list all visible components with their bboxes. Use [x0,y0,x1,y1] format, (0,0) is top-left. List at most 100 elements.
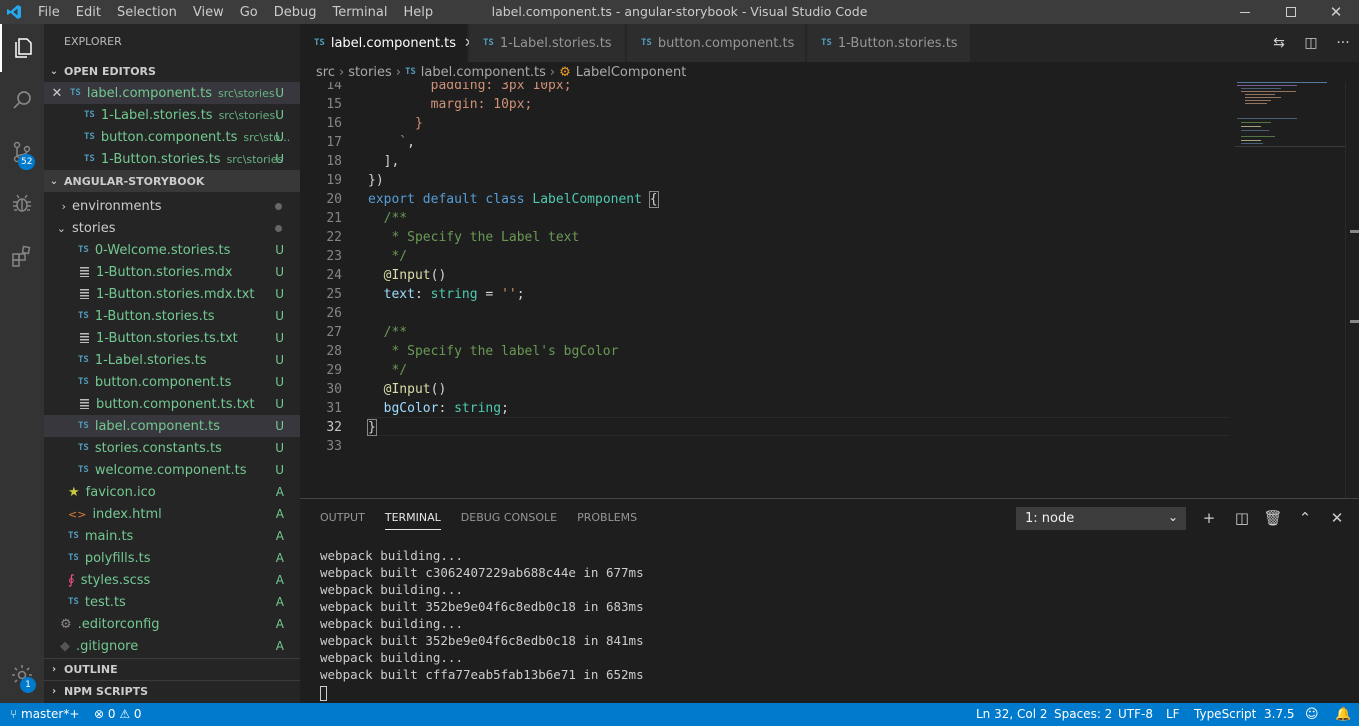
current-line-highlight [368,417,1230,436]
explorer-activity[interactable] [0,24,44,72]
typescript-icon: TS [78,465,89,475]
outline-header[interactable]: › OUTLINE [44,658,300,680]
typescript-icon: TS [78,377,89,387]
file-item[interactable]: 1-Button.stories.mdx.txt U [44,283,300,305]
breadcrumb-file[interactable]: label.component.ts [421,65,546,80]
menu-file[interactable]: File [30,5,68,20]
file-item[interactable]: TS main.ts A [44,525,300,547]
typescript-icon: TS [84,110,95,120]
file-item[interactable]: ⚙ .editorconfig A [44,613,300,635]
file-item[interactable]: ∮ styles.scss A [44,569,300,591]
compare-changes-icon[interactable]: ⇆ [1263,35,1295,51]
file-item[interactable]: ★ favicon.ico A [44,481,300,503]
editor-scrollbar[interactable] [1345,82,1359,498]
tab-output[interactable]: OUTPUT [320,499,365,537]
line-number: 18 [326,154,342,169]
file-item[interactable]: TS button.component.ts U [44,371,300,393]
project-header[interactable]: ⌄ ANGULAR-STORYBOOK [44,170,300,192]
tab-problems[interactable]: PROBLEMS [577,499,637,537]
tab-debug-console[interactable]: DEBUG CONSOLE [461,499,557,537]
manage-activity[interactable]: 1 [0,651,44,699]
file-item[interactable]: <> index.html A [44,503,300,525]
file-item[interactable]: 1-Button.stories.mdx U [44,261,300,283]
cursor-position[interactable]: Ln 32, Col 2 [976,703,1048,726]
encoding-status[interactable]: UTF-8 [1118,703,1153,726]
search-activity[interactable] [0,76,44,124]
open-editor-item[interactable]: TS button.component.ts src\sto... U [44,126,300,148]
menu-terminal[interactable]: Terminal [325,5,396,20]
tab-button-stories[interactable]: TS 1-Button.stories.ts [807,24,971,62]
split-editor-icon[interactable]: ◫ [1295,35,1327,51]
branch-status[interactable]: ⑂ master*+ [10,703,79,726]
breadcrumb-src[interactable]: src [316,65,335,80]
close-icon[interactable]: ✕ [44,86,70,101]
tab-button-component[interactable]: TS button.component.ts [627,24,806,62]
file-item[interactable]: TS 1-Button.stories.ts U [44,305,300,327]
activity-bar: 52 1 [0,24,44,703]
file-item[interactable]: TS label.component.ts U [44,415,300,437]
tab-label-component[interactable]: TSlabel.component.ts✕ [300,24,475,62]
folder-item[interactable]: › environments [44,195,300,217]
file-item[interactable]: TS 1-Label.stories.ts U [44,349,300,371]
code-editor[interactable]: 14 15 16 17 18 19 20 21 22 23 24 25 26 2… [300,82,1359,498]
code-line: @Input() [383,382,447,397]
file-item[interactable]: button.component.ts.txt U [44,393,300,415]
language-status[interactable]: TypeScript [1194,703,1256,726]
menu-view[interactable]: View [185,5,232,20]
file-item[interactable]: 1-Button.stories.ts.txt U [44,327,300,349]
extensions-activity[interactable] [0,232,44,280]
feedback-icon[interactable]: ☺ [1305,703,1319,726]
scm-activity[interactable]: 52 [0,128,44,176]
code-line: } [368,116,423,131]
split-terminal-icon[interactable]: ◫ [1231,508,1253,528]
open-editor-item[interactable]: TS 1-Button.stories.ts src\stories U [44,148,300,170]
minimize-button[interactable] [1222,0,1268,24]
line-number: 30 [326,382,342,397]
folder-item[interactable]: ⌄ stories [44,217,300,239]
open-editor-item[interactable]: TS 1-Label.stories.ts src\stories U [44,104,300,126]
file-item[interactable]: TS polyfills.ts A [44,547,300,569]
open-editors-header[interactable]: ⌄ OPEN EDITORS [44,60,300,82]
tab-terminal[interactable]: TERMINAL [384,499,441,537]
file-item[interactable]: TS stories.constants.ts U [44,437,300,459]
line-number: 32 [326,420,342,435]
open-editor-item[interactable]: ✕ TS label.component.ts src\stories U [44,82,300,104]
close-panel-icon[interactable]: ✕ [1326,508,1348,528]
code-line: * Specify the Label text [391,230,580,245]
file-item[interactable]: TS test.ts A [44,591,300,613]
restore-button[interactable] [1268,0,1314,24]
file-item[interactable]: TS welcome.component.ts U [44,459,300,481]
line-number: 23 [326,249,342,264]
trash-icon[interactable]: 🗑 [1262,508,1284,528]
minimap[interactable] [1235,82,1345,152]
menu-debug[interactable]: Debug [266,5,325,20]
code-line: bgColor: string; [383,401,509,416]
menu-selection[interactable]: Selection [109,5,185,20]
line-number: 14 [326,82,342,93]
file-item[interactable]: TS 0-Welcome.stories.ts U [44,239,300,261]
menu-edit[interactable]: Edit [68,5,109,20]
npm-scripts-header[interactable]: › NPM SCRIPTS [44,680,300,702]
terminal-line: webpack built 352be9e04f6c8edb0c18 in 84… [320,633,644,648]
bell-icon[interactable]: 🔔 [1335,703,1351,726]
line-number: 33 [326,439,342,454]
breadcrumb-stories[interactable]: stories [348,65,392,80]
more-actions-icon[interactable]: ··· [1327,35,1359,51]
code-line: @Input() [383,268,447,283]
file-item[interactable]: ◆ .gitignore A [44,635,300,657]
eol-status[interactable]: LF [1166,703,1180,726]
debug-activity[interactable] [0,180,44,228]
terminal-select[interactable]: 1: node ⌄ [1016,507,1186,530]
tab-label-stories[interactable]: TS 1-Label.stories.ts [469,24,626,62]
close-window-button[interactable]: ✕ [1313,0,1359,24]
new-terminal-icon[interactable]: + [1198,508,1220,528]
ts-version-status[interactable]: 3.7.5 [1264,703,1295,726]
menu-help[interactable]: Help [395,5,441,20]
breadcrumb-symbol[interactable]: LabelComponent [576,65,687,80]
indentation-status[interactable]: Spaces: 2 [1054,703,1112,726]
problems-status[interactable]: ⊗ 0 ⚠ 0 [94,703,142,726]
minimize-icon [1240,11,1250,13]
menu-go[interactable]: Go [232,5,266,20]
bug-icon [13,194,31,212]
maximize-panel-icon[interactable]: ⌃ [1294,508,1316,528]
